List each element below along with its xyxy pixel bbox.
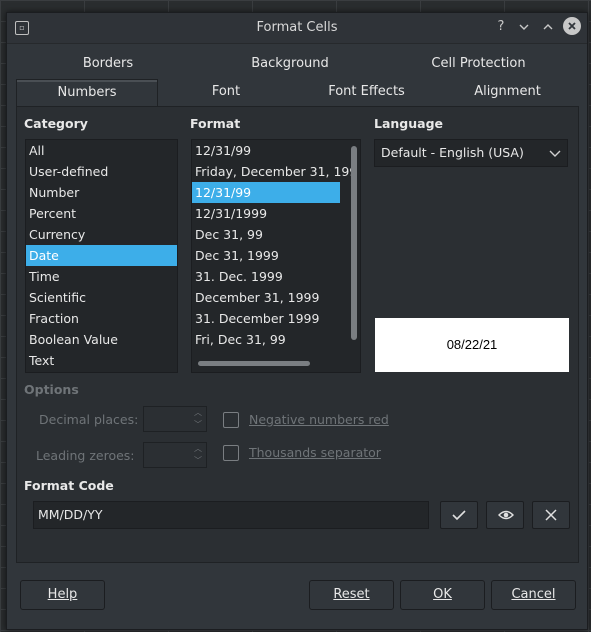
cancel-button-label: Cancel: [511, 587, 556, 602]
ok-button-label: OK: [433, 587, 452, 602]
ok-button[interactable]: OK: [400, 580, 485, 610]
spinner-arrows-icon: ︿ ﹀: [194, 444, 202, 465]
format-list[interactable]: 12/31/99 Friday, December 31, 199 12/31/…: [191, 139, 361, 373]
category-item[interactable]: All: [26, 140, 177, 161]
tab-font-effects[interactable]: Font Effects: [295, 79, 438, 105]
decimal-places-spinner[interactable]: ︿ ﹀: [143, 406, 207, 432]
thousands-separator-label: Thousands separator: [249, 445, 381, 460]
format-item-selected[interactable]: 12/31/99: [192, 182, 340, 203]
maximize-icon[interactable]: [538, 17, 558, 37]
x-icon: [545, 509, 557, 521]
category-item[interactable]: Scientific: [26, 287, 177, 308]
tab-background[interactable]: Background: [200, 51, 380, 77]
help-button-label: Help: [47, 587, 78, 602]
format-item[interactable]: Dec 31, 1999: [192, 245, 340, 266]
apply-format-button[interactable]: [440, 501, 478, 529]
reset-button-label: Reset: [333, 587, 370, 602]
category-item[interactable]: Time: [26, 266, 177, 287]
tab-alignment[interactable]: Alignment: [438, 79, 577, 105]
tab-numbers[interactable]: Numbers: [16, 79, 158, 106]
leading-zeroes-label: Leading zeroes:: [36, 448, 135, 463]
format-code-label: Format Code: [24, 478, 114, 493]
help-titlebar-icon[interactable]: ?: [491, 17, 511, 37]
format-label: Format: [190, 116, 241, 131]
spinner-arrows-icon: ︿ ﹀: [194, 408, 202, 429]
category-item[interactable]: Fraction: [26, 308, 177, 329]
cancel-button[interactable]: Cancel: [491, 580, 576, 610]
title-bar[interactable]: ▫ Format Cells ?: [7, 13, 587, 44]
delete-format-button[interactable]: [532, 501, 570, 529]
leading-zeroes-spinner[interactable]: ︿ ﹀: [143, 442, 207, 468]
close-icon[interactable]: [563, 17, 581, 35]
category-list[interactable]: All User-defined Number Percent Currency…: [25, 139, 178, 373]
options-label: Options: [24, 382, 79, 397]
reset-button[interactable]: Reset: [309, 580, 394, 610]
format-horizontal-scrollbar[interactable]: [198, 361, 338, 366]
format-cells-dialog: ▫ Format Cells ? Borders Background Cell…: [6, 12, 588, 630]
format-item[interactable]: Friday, December 31, 199: [192, 161, 357, 182]
format-item[interactable]: December 31, 1999: [192, 287, 340, 308]
chevron-down-icon: [549, 150, 561, 157]
category-label: Category: [24, 116, 88, 131]
negative-red-checkbox[interactable]: [223, 412, 239, 428]
decimal-places-label: Decimal places:: [39, 412, 139, 427]
thousands-separator-checkbox[interactable]: [223, 445, 239, 461]
format-item[interactable]: 31. December 1999: [192, 308, 340, 329]
category-item-selected[interactable]: Date: [26, 245, 177, 266]
category-item[interactable]: Boolean Value: [26, 329, 177, 350]
language-label: Language: [374, 116, 444, 131]
language-select[interactable]: Default - English (USA): [374, 139, 568, 167]
eye-icon: [498, 510, 514, 520]
format-item[interactable]: 12/31/99: [192, 140, 340, 161]
category-item[interactable]: Currency: [26, 224, 177, 245]
format-preview: 08/22/21: [375, 318, 569, 372]
edit-comment-button[interactable]: [486, 501, 524, 529]
minimize-icon[interactable]: [514, 17, 534, 37]
category-item[interactable]: Text: [26, 350, 177, 371]
help-button[interactable]: Help: [20, 580, 105, 610]
format-vertical-scrollbar[interactable]: [351, 144, 357, 344]
category-item[interactable]: Percent: [26, 203, 177, 224]
language-value: Default - English (USA): [381, 145, 524, 160]
category-item[interactable]: Number: [26, 182, 177, 203]
tab-borders[interactable]: Borders: [16, 51, 200, 77]
category-item[interactable]: User-defined: [26, 161, 177, 182]
format-code-input[interactable]: MM/DD/YY: [33, 501, 429, 529]
format-item[interactable]: 12/31/1999: [192, 203, 340, 224]
format-item[interactable]: Dec 31, 99: [192, 224, 340, 245]
checkmark-icon: [452, 510, 466, 521]
numbers-panel: Category All User-defined Number Percent…: [16, 106, 579, 563]
format-item[interactable]: Fri, Dec 31, 99: [192, 329, 340, 350]
tab-cell-protection[interactable]: Cell Protection: [380, 51, 577, 77]
tab-font[interactable]: Font: [157, 79, 295, 105]
format-item[interactable]: 31. Dec. 1999: [192, 266, 340, 287]
negative-red-label: Negative numbers red: [249, 412, 389, 427]
